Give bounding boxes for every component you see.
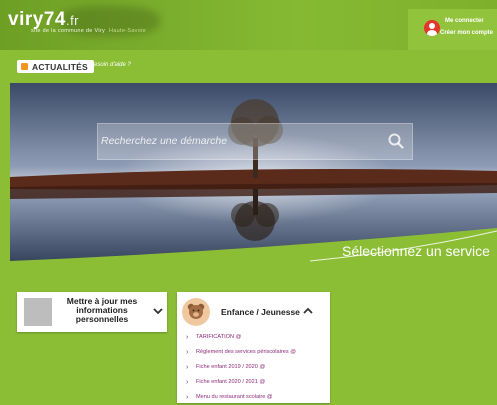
list-item[interactable]: › Fiche enfant 2019 / 2020 @ xyxy=(177,360,330,375)
list-item-label[interactable]: TARIFICATION @ xyxy=(196,334,241,340)
site-logo-subtitle: site de la commune de Viry Haute-Savoie xyxy=(31,28,146,34)
profile-update-card[interactable]: Mettre à jour mes informations personnel… xyxy=(17,292,167,332)
list-item[interactable]: › Fiche enfant 2020 / 2021 @ xyxy=(177,375,330,390)
list-item[interactable]: › Règlement des services périscolaires @ xyxy=(177,345,330,360)
news-button[interactable]: ACTUALITÉS xyxy=(17,60,94,73)
login-link[interactable]: Me connecter xyxy=(445,18,484,24)
search-icon[interactable] xyxy=(388,133,404,149)
chevron-down-icon[interactable] xyxy=(153,307,163,315)
rss-icon xyxy=(21,63,28,70)
hero-banner xyxy=(10,83,497,268)
list-item-label[interactable]: Fiche enfant 2019 / 2020 @ xyxy=(196,364,265,370)
teddy-bear-icon xyxy=(182,298,210,326)
list-item-label[interactable]: Fiche enfant 2020 / 2021 @ xyxy=(196,379,265,385)
help-link[interactable]: Besoin d'aide ? xyxy=(90,62,131,68)
select-service-tagline: Sélectionnez un service xyxy=(342,243,490,259)
hero-landscape-image xyxy=(10,83,497,268)
enfance-link-list: › TARIFICATION @ › Règlement des services … xyxy=(177,330,330,405)
search-input[interactable]: Recherchez une démarche xyxy=(101,135,227,147)
user-avatar-icon[interactable] xyxy=(424,20,440,36)
chevron-up-icon[interactable] xyxy=(303,307,313,315)
list-item[interactable]: › TARIFICATION @ xyxy=(177,330,330,345)
profile-card-title: Mettre à jour mes informations personnel… xyxy=(66,296,138,324)
profile-thumbnail xyxy=(24,298,52,326)
news-label: ACTUALITÉS xyxy=(32,61,88,72)
enfance-jeunesse-card: Enfance / Jeunesse › TARIFICATION @ › Règl… xyxy=(177,292,330,403)
enfance-card-title: Enfance / Jeunesse xyxy=(221,307,300,317)
list-item-label[interactable]: Règlement des services périscolaires @ xyxy=(196,349,296,355)
create-account-link[interactable]: Créer mon compte xyxy=(440,30,493,36)
list-item-label[interactable]: Menu du restaurant scolaire @ xyxy=(196,394,273,400)
